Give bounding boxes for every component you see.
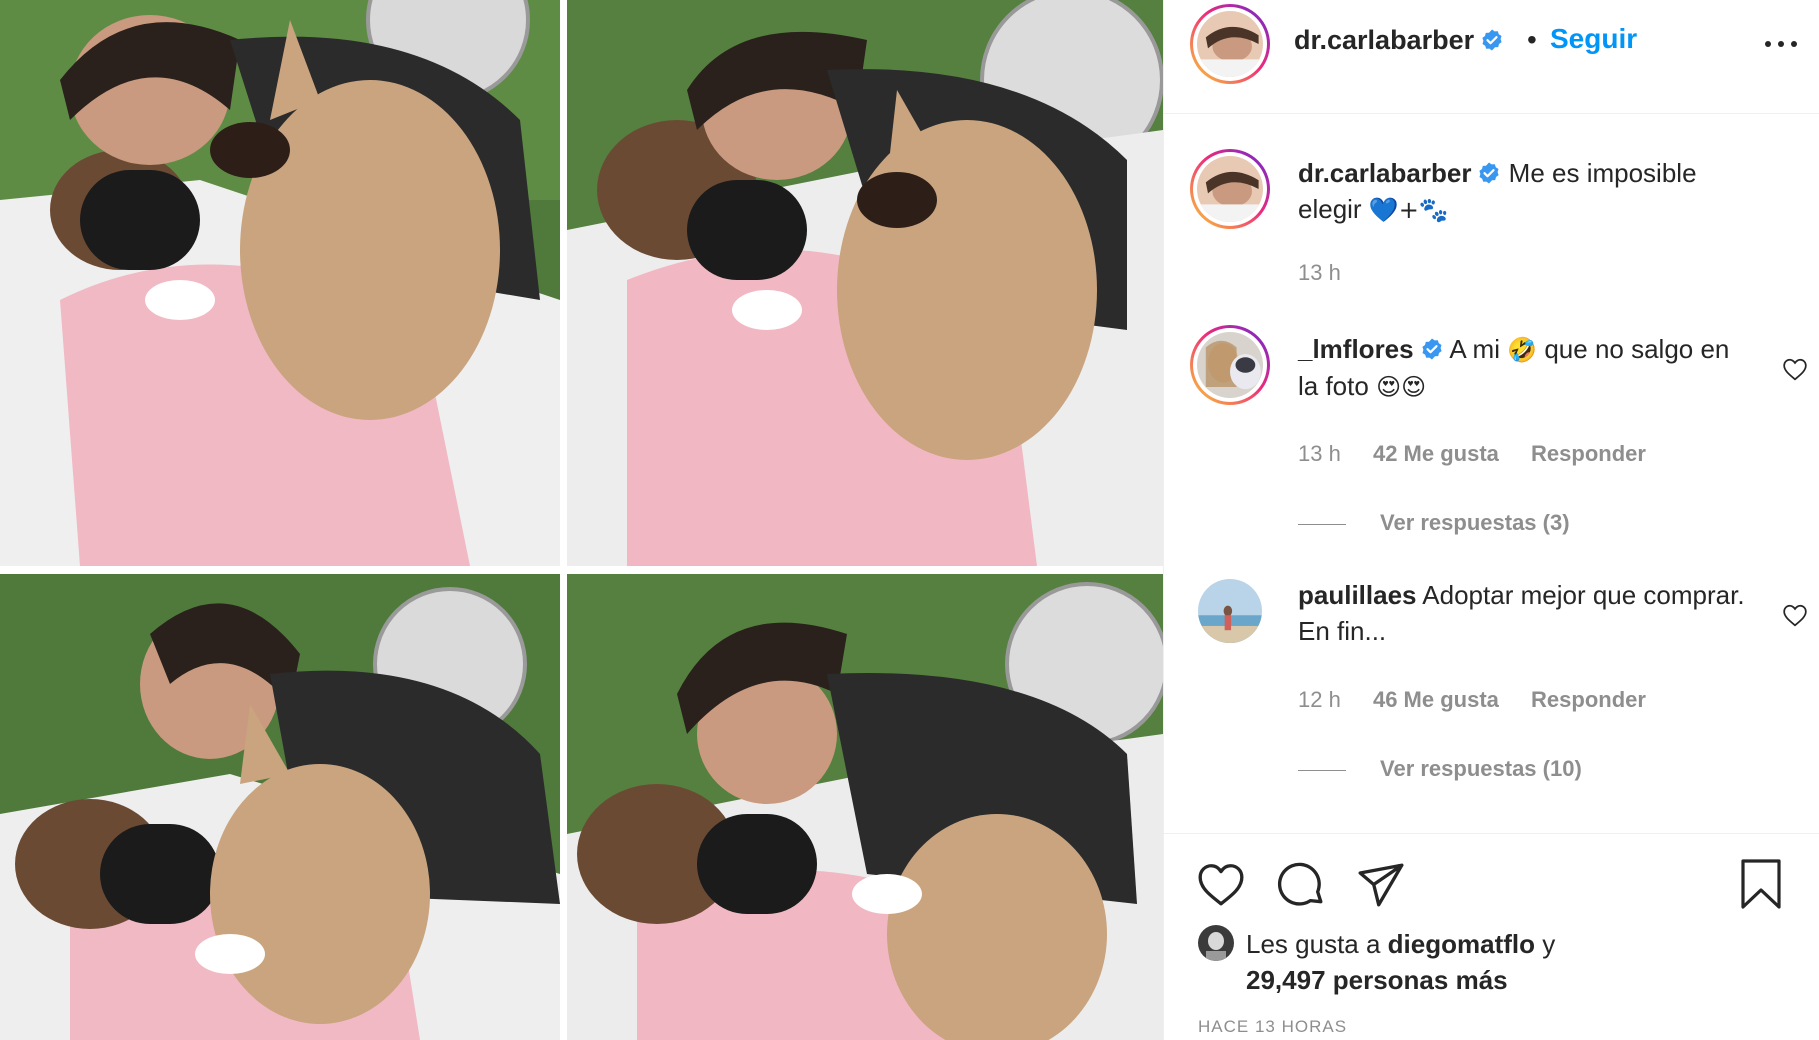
comment-time[interactable]: 12 h (1298, 687, 1341, 712)
replies-divider-line (1298, 769, 1346, 771)
liker-username[interactable]: diegomatflo (1388, 929, 1535, 959)
more-options-icon[interactable] (1761, 28, 1801, 58)
comment-username[interactable]: paulillaes (1298, 580, 1417, 610)
follow-button[interactable]: Seguir (1550, 23, 1637, 55)
comment-like-icon[interactable] (1782, 603, 1808, 627)
post-side-panel: dr.carlabarber • Seguir dr.carlabarber M… (1163, 0, 1819, 1040)
author-avatar[interactable] (1190, 4, 1270, 84)
comment-text: A mi (1449, 334, 1500, 364)
comment-likes[interactable]: 42 Me gusta (1373, 441, 1499, 466)
comment-likes[interactable]: 46 Me gusta (1373, 687, 1499, 712)
bookmark-icon[interactable] (1738, 858, 1784, 915)
caption-time[interactable]: 13 h (1298, 260, 1341, 285)
post-timestamp[interactable]: HACE 13 HORAS (1198, 1017, 1347, 1037)
caption-username[interactable]: dr.carlabarber (1298, 158, 1471, 188)
comment-time[interactable]: 13 h (1298, 441, 1341, 466)
post-actions: Les gusta a diegomatflo y 29,497 persona… (1164, 833, 1819, 1040)
replies-divider-line (1298, 523, 1346, 525)
caption-author-avatar[interactable] (1190, 149, 1270, 229)
comment-icon[interactable] (1276, 860, 1326, 915)
collage-photo-bottom-right (567, 574, 1163, 1040)
likes-and: y (1542, 929, 1556, 959)
verified-badge-icon (1477, 158, 1501, 184)
view-replies-label: Ver respuestas (10) (1380, 756, 1582, 781)
likes-summary: Les gusta a diegomatflo y 29,497 persona… (1246, 926, 1555, 998)
caption-emoji: 💙+🐾 (1368, 196, 1449, 224)
post-media[interactable] (0, 0, 1163, 1040)
commenter-avatar[interactable] (1190, 325, 1270, 405)
author-username[interactable]: dr.carlabarber (1294, 25, 1474, 55)
comment-meta: 13 h 42 Me gusta Responder (1298, 441, 1672, 467)
comment-meta: 12 h 46 Me gusta Responder (1298, 687, 1672, 713)
likes-count[interactable]: 29,497 personas más (1246, 965, 1508, 995)
verified-badge-icon (1420, 334, 1444, 360)
collage-photo-top-left (0, 0, 560, 566)
comment-emoji-end: 😍😍 (1376, 373, 1427, 401)
reply-button[interactable]: Responder (1531, 441, 1646, 466)
likes-prefix: Les gusta a (1246, 929, 1381, 959)
view-replies-label: Ver respuestas (3) (1380, 510, 1570, 535)
share-icon[interactable] (1356, 860, 1406, 915)
caption-meta: 13 h (1298, 260, 1367, 286)
comment-username[interactable]: _lmflores (1298, 334, 1414, 364)
verified-badge-icon (1480, 28, 1504, 52)
collage-photo-bottom-left (0, 574, 560, 1040)
commenter-avatar[interactable] (1198, 579, 1262, 643)
reply-button[interactable]: Responder (1531, 687, 1646, 712)
post-header: dr.carlabarber • Seguir (1164, 0, 1819, 114)
comment-emoji: 🤣 (1507, 336, 1538, 364)
comment-like-icon[interactable] (1782, 357, 1808, 381)
collage-photo-top-right (567, 0, 1163, 566)
comments-list[interactable]: dr.carlabarber Me es imposible elegir 💙+… (1164, 115, 1819, 833)
view-replies-button[interactable]: Ver respuestas (10) (1298, 756, 1582, 782)
heart-icon[interactable] (1196, 860, 1246, 915)
header-separator: • (1527, 24, 1537, 55)
view-replies-button[interactable]: Ver respuestas (3) (1298, 510, 1570, 536)
liker-avatar[interactable] (1198, 925, 1234, 961)
